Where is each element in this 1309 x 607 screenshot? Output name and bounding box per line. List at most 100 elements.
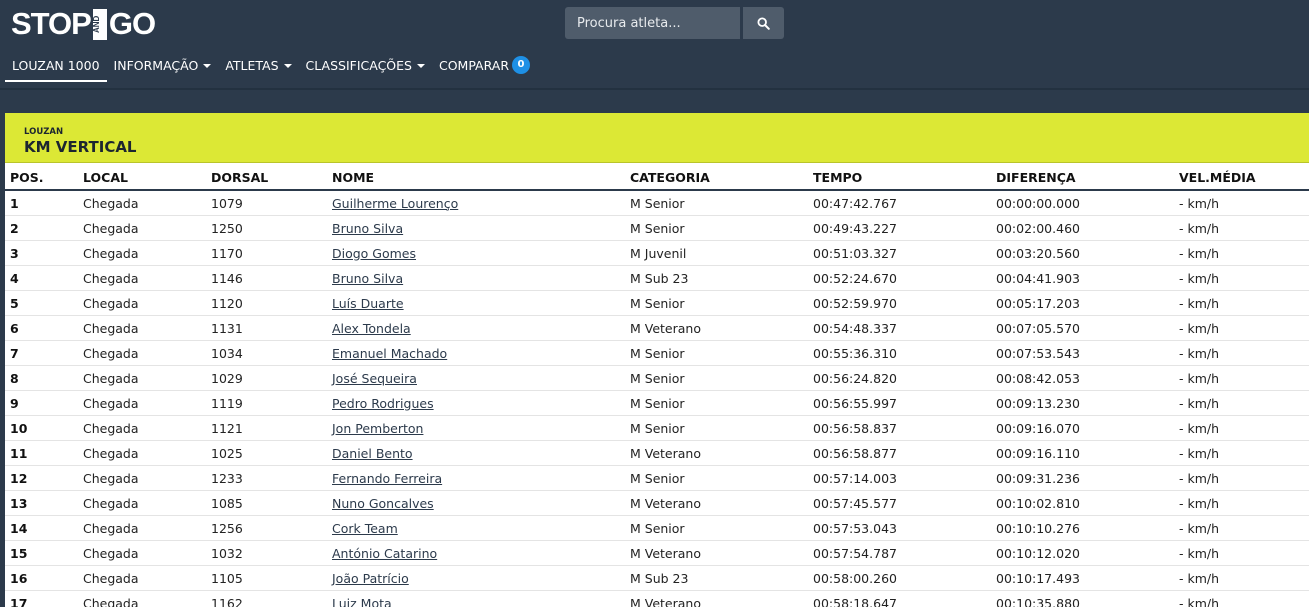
- athlete-name-link[interactable]: Diogo Gomes: [332, 246, 416, 261]
- pos-cell: 4: [5, 265, 78, 291]
- dorsal-cell: 1079: [206, 190, 327, 216]
- athlete-name-link[interactable]: Luís Duarte: [332, 296, 404, 311]
- athlete-name-link[interactable]: Jon Pemberton: [332, 421, 423, 436]
- dorsal-cell: 1121: [206, 415, 327, 441]
- dorsal-cell: 1029: [206, 365, 327, 391]
- avg-speed-cell: - km/h: [1174, 215, 1309, 241]
- time-cell: 00:47:42.767: [808, 190, 991, 216]
- search-button[interactable]: [743, 7, 784, 39]
- nav-item-comparar[interactable]: COMPARAR 0: [432, 50, 537, 80]
- nav-item-classificacoes[interactable]: CLASSIFICAÇÕES: [299, 50, 432, 80]
- table-row[interactable]: 16 Chegada 1105 João Patrício M Sub 23 00:58:…: [5, 565, 1309, 591]
- stop-and-go-logo[interactable]: STOP AND GO: [11, 6, 156, 41]
- table-row[interactable]: 7 Chegada 1034 Emanuel Machado M Senior 00:55…: [5, 340, 1309, 366]
- difference-cell: 00:09:16.070: [991, 415, 1174, 441]
- caret-down-icon: [283, 64, 292, 68]
- name-cell: Luiz Mota: [327, 590, 625, 607]
- avg-speed-cell: - km/h: [1174, 590, 1309, 607]
- table-row[interactable]: 4 Chegada 1146 Bruno Silva M Sub 23 00:52:24.…: [5, 265, 1309, 291]
- category-cell: M Sub 23: [625, 265, 808, 291]
- results-body: 1 Chegada 1079 Guilherme Lourenço M Senior 00…: [5, 190, 1309, 607]
- athlete-name-link[interactable]: António Catarino: [332, 546, 437, 561]
- local-cell: Chegada: [78, 515, 206, 541]
- difference-cell: 00:09:31.236: [991, 465, 1174, 491]
- time-cell: 00:56:24.820: [808, 365, 991, 391]
- time-cell: 00:56:55.997: [808, 390, 991, 416]
- athlete-name-link[interactable]: Pedro Rodrigues: [332, 396, 434, 411]
- table-row[interactable]: 1 Chegada 1079 Guilherme Lourenço M Senior 00…: [5, 190, 1309, 216]
- table-row[interactable]: 9 Chegada 1119 Pedro Rodrigues M Senior 00:56…: [5, 390, 1309, 416]
- athlete-name-link[interactable]: Bruno Silva: [332, 221, 403, 236]
- local-cell: Chegada: [78, 315, 206, 341]
- difference-cell: 00:03:20.560: [991, 240, 1174, 266]
- nav-item-label: INFORMAÇÃO: [113, 57, 199, 73]
- table-row[interactable]: 3 Chegada 1170 Diogo Gomes M Juvenil 00:51:03…: [5, 240, 1309, 266]
- category-cell: M Senior: [625, 190, 808, 216]
- header-pos[interactable]: POS.: [5, 163, 78, 191]
- header-tempo[interactable]: TEMPO: [808, 163, 991, 191]
- event-banner: LOUZAN KM VERTICAL: [5, 113, 1309, 163]
- header-vel-media[interactable]: VEL.MÉDIA: [1174, 163, 1309, 191]
- dorsal-cell: 1032: [206, 540, 327, 566]
- category-cell: M Veterano: [625, 315, 808, 341]
- athlete-name-link[interactable]: José Sequeira: [332, 371, 417, 386]
- avg-speed-cell: - km/h: [1174, 490, 1309, 516]
- header-local[interactable]: LOCAL: [78, 163, 206, 191]
- dorsal-cell: 1025: [206, 440, 327, 466]
- table-row[interactable]: 13 Chegada 1085 Nuno Goncalves M Veterano 00:…: [5, 490, 1309, 516]
- nav-item-louzan-1000[interactable]: LOUZAN 1000: [5, 50, 107, 82]
- athlete-name-link[interactable]: Guilherme Lourenço: [332, 196, 458, 211]
- local-cell: Chegada: [78, 290, 206, 316]
- dorsal-cell: 1034: [206, 340, 327, 366]
- athlete-name-link[interactable]: Nuno Goncalves: [332, 496, 434, 511]
- time-cell: 00:52:24.670: [808, 265, 991, 291]
- avg-speed-cell: - km/h: [1174, 340, 1309, 366]
- nav-item-label: LOUZAN 1000: [12, 57, 100, 73]
- difference-cell: 00:10:02.810: [991, 490, 1174, 516]
- dorsal-cell: 1105: [206, 565, 327, 591]
- event-title: KM VERTICAL: [24, 138, 137, 156]
- table-row[interactable]: 2 Chegada 1250 Bruno Silva M Senior 00:49:43.…: [5, 215, 1309, 241]
- table-row[interactable]: 5 Chegada 1120 Luís Duarte M Senior 00:52:59.…: [5, 290, 1309, 316]
- pos-cell: 12: [5, 465, 78, 491]
- difference-cell: 00:10:10.276: [991, 515, 1174, 541]
- table-row[interactable]: 6 Chegada 1131 Alex Tondela M Veterano 00:54:…: [5, 315, 1309, 341]
- time-cell: 00:49:43.227: [808, 215, 991, 241]
- name-cell: António Catarino: [327, 540, 625, 566]
- athlete-name-link[interactable]: Daniel Bento: [332, 446, 413, 461]
- athlete-name-link[interactable]: Alex Tondela: [332, 321, 411, 336]
- name-cell: Guilherme Lourenço: [327, 190, 625, 216]
- athlete-name-link[interactable]: Emanuel Machado: [332, 346, 447, 361]
- nav-item-label: CLASSIFICAÇÕES: [305, 57, 412, 73]
- pos-cell: 17: [5, 590, 78, 607]
- pos-cell: 15: [5, 540, 78, 566]
- caret-down-icon: [416, 64, 425, 68]
- header-categoria[interactable]: CATEGORIA: [625, 163, 808, 191]
- nav-item-atletas[interactable]: ATLETAS: [218, 50, 298, 80]
- athlete-name-link[interactable]: Cork Team: [332, 521, 398, 536]
- header-dorsal[interactable]: DORSAL: [206, 163, 327, 191]
- athlete-name-link[interactable]: Fernando Ferreira: [332, 471, 442, 486]
- athlete-name-link[interactable]: Bruno Silva: [332, 271, 403, 286]
- header-nome[interactable]: NOME: [327, 163, 625, 191]
- difference-cell: 00:07:05.570: [991, 315, 1174, 341]
- athlete-name-link[interactable]: Luiz Mota: [332, 596, 392, 607]
- table-row[interactable]: 15 Chegada 1032 António Catarino M Veterano 0…: [5, 540, 1309, 566]
- table-row[interactable]: 8 Chegada 1029 José Sequeira M Senior 00:56:2…: [5, 365, 1309, 391]
- search-input[interactable]: [565, 7, 740, 39]
- name-cell: Nuno Goncalves: [327, 490, 625, 516]
- athlete-name-link[interactable]: João Patrício: [332, 571, 409, 586]
- time-cell: 00:54:48.337: [808, 315, 991, 341]
- table-row[interactable]: 11 Chegada 1025 Daniel Bento M Veterano 00:56…: [5, 440, 1309, 466]
- category-cell: M Juvenil: [625, 240, 808, 266]
- header-diferenca[interactable]: DIFERENÇA: [991, 163, 1174, 191]
- nav-item-informacao[interactable]: INFORMAÇÃO: [107, 50, 219, 80]
- table-row[interactable]: 10 Chegada 1121 Jon Pemberton M Senior 00:56:…: [5, 415, 1309, 441]
- name-cell: Alex Tondela: [327, 315, 625, 341]
- table-row[interactable]: 14 Chegada 1256 Cork Team M Senior 00:57:53.0…: [5, 515, 1309, 541]
- table-row[interactable]: 17 Chegada 1162 Luiz Mota M Veterano 00:58:18…: [5, 590, 1309, 607]
- table-row[interactable]: 12 Chegada 1233 Fernando Ferreira M Senior 00…: [5, 465, 1309, 491]
- time-cell: 00:56:58.837: [808, 415, 991, 441]
- pos-cell: 16: [5, 565, 78, 591]
- event-subtitle: LOUZAN: [24, 127, 64, 137]
